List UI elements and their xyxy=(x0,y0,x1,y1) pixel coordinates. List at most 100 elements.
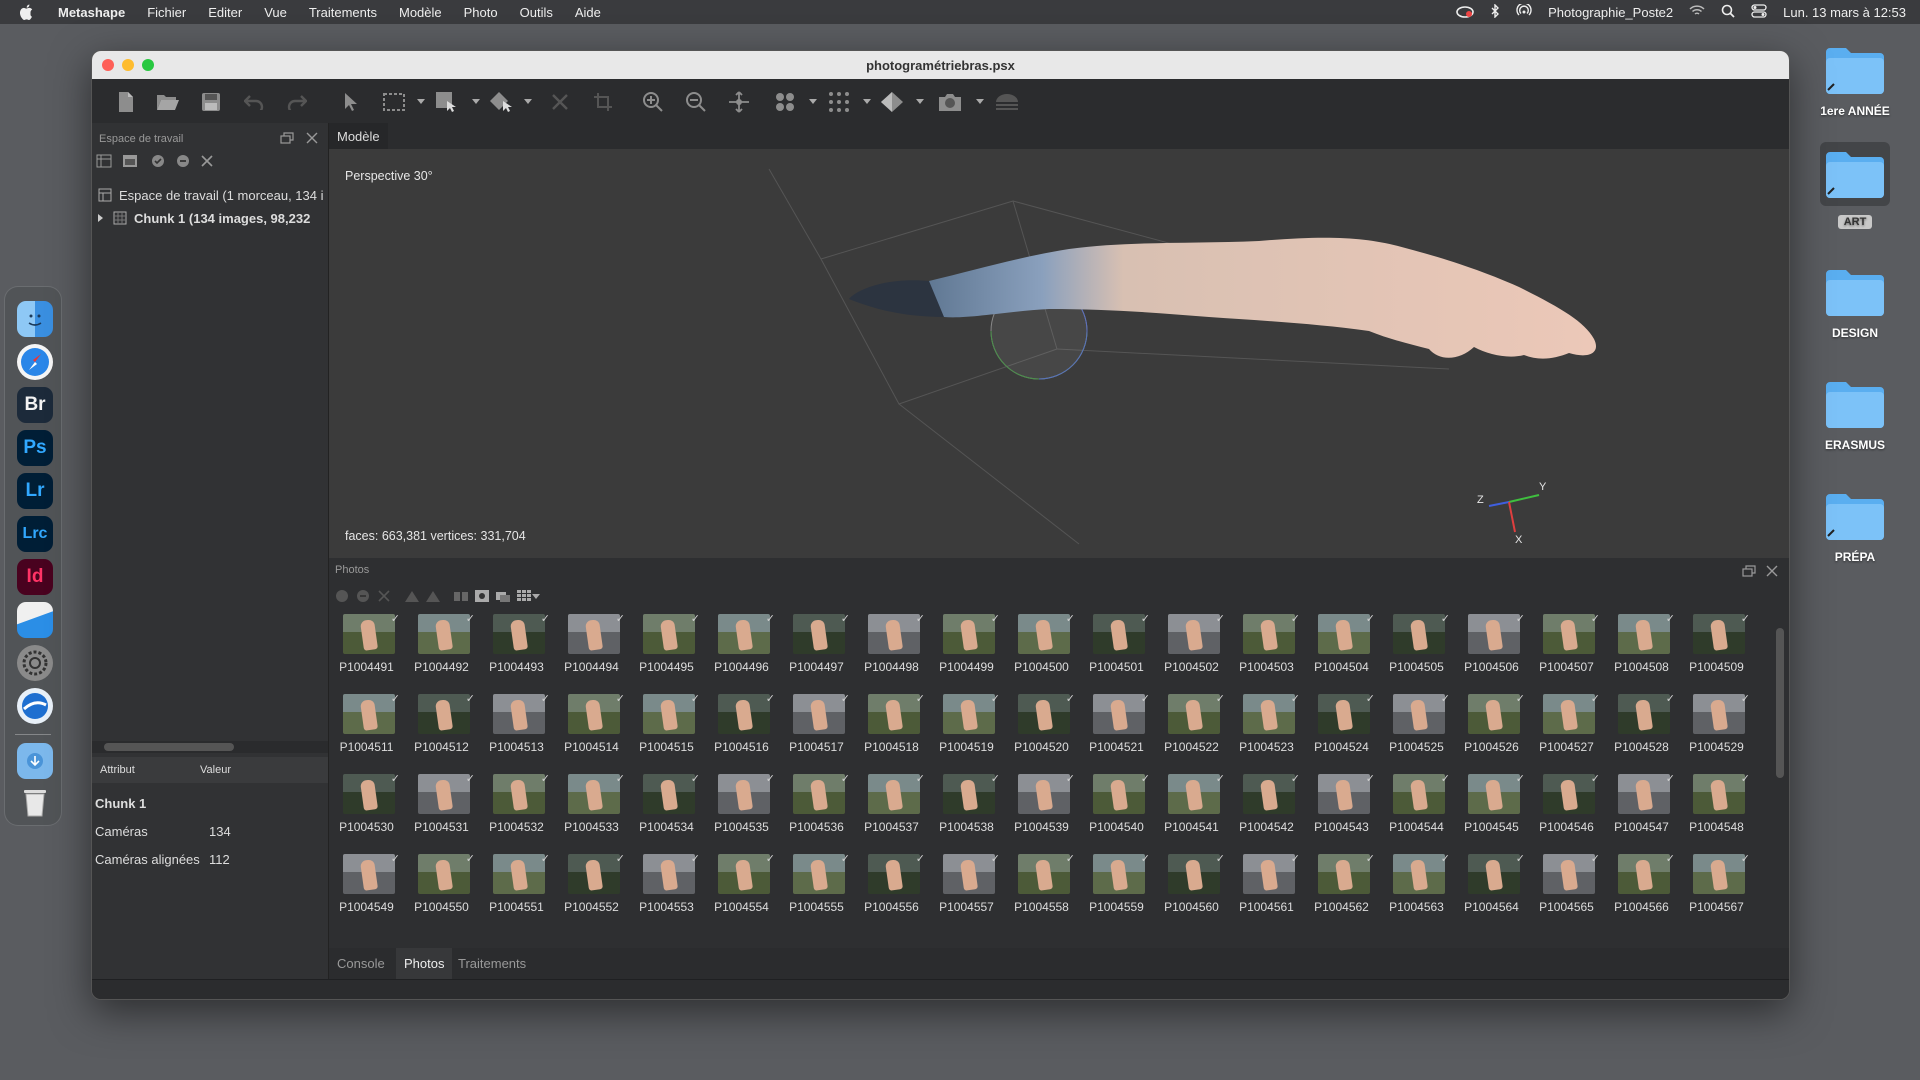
menu-aide[interactable]: Aide xyxy=(575,5,601,20)
rotate-object-icon[interactable] xyxy=(488,89,514,115)
redo-icon[interactable] xyxy=(284,89,310,115)
photo-thumbnail[interactable]: ✓ P1004530 xyxy=(329,773,404,846)
tab-photos[interactable]: Photos xyxy=(396,948,453,979)
photo-thumbnail[interactable]: ✓ P1004500 xyxy=(1004,613,1079,686)
camera-icon[interactable] xyxy=(937,89,963,115)
photo-thumbnail[interactable]: ✓ P1004543 xyxy=(1304,773,1379,846)
attribute-column-header[interactable]: Attribut xyxy=(100,764,135,776)
photo-thumbnail[interactable]: ✓ P1004544 xyxy=(1379,773,1454,846)
grid-view-icon[interactable] xyxy=(515,587,533,605)
photo-thumbnail[interactable]: ✓ P1004552 xyxy=(554,853,629,926)
scrollbar-thumb[interactable] xyxy=(104,743,234,751)
photo-thumbnail[interactable]: ✓ P1004532 xyxy=(479,773,554,846)
photo-thumbnail[interactable]: ✓ P1004496 xyxy=(704,613,779,686)
apple-icon[interactable] xyxy=(18,3,36,21)
photo-thumbnail[interactable]: ✓ P1004557 xyxy=(929,853,1004,926)
rotate-right-icon[interactable] xyxy=(424,587,442,605)
photo-thumbnail[interactable]: ✓ P1004514 xyxy=(554,693,629,766)
photo-thumbnail[interactable]: ✓ P1004537 xyxy=(854,773,929,846)
creative-cloud-icon[interactable] xyxy=(1456,4,1474,21)
tab-model[interactable]: Modèle xyxy=(329,123,388,149)
photo-thumbnail[interactable]: ✓ P1004565 xyxy=(1529,853,1604,926)
photo-thumbnail[interactable]: ✓ P1004502 xyxy=(1154,613,1229,686)
photo-thumbnail[interactable]: ✓ P1004504 xyxy=(1304,613,1379,686)
photo-thumbnail[interactable]: ✓ P1004559 xyxy=(1079,853,1154,926)
photo-thumbnail[interactable]: ✓ P1004492 xyxy=(404,613,479,686)
metashape-icon[interactable] xyxy=(17,602,53,638)
photo-thumbnail[interactable]: ✓ P1004517 xyxy=(779,693,854,766)
vertical-scrollbar[interactable] xyxy=(1775,616,1785,946)
bridge-icon[interactable]: Br xyxy=(17,387,53,423)
delete-selection-icon[interactable] xyxy=(547,89,573,115)
rotate-left-icon[interactable] xyxy=(403,587,421,605)
chevron-down-icon[interactable] xyxy=(809,99,817,104)
photo-thumbnail[interactable]: ✓ P1004541 xyxy=(1154,773,1229,846)
float-panel-icon[interactable] xyxy=(1740,562,1758,580)
photo-thumbnail[interactable]: ✓ P1004563 xyxy=(1379,853,1454,926)
desktop-folder-prepa[interactable]: PRÉPA xyxy=(1810,490,1900,564)
open-folder-icon[interactable] xyxy=(155,89,181,115)
photo-thumbnail[interactable]: ✓ P1004528 xyxy=(1604,693,1679,766)
chevron-down-icon[interactable] xyxy=(976,99,984,104)
photo-thumbnail[interactable]: ✓ P1004519 xyxy=(929,693,1004,766)
photo-thumbnail[interactable]: ✓ P1004509 xyxy=(1679,613,1754,686)
photo-thumbnail[interactable]: ✓ P1004505 xyxy=(1379,613,1454,686)
rectangle-selection-icon[interactable] xyxy=(381,89,407,115)
photo-thumbnail[interactable]: ✓ P1004536 xyxy=(779,773,854,846)
value-column-header[interactable]: Valeur xyxy=(200,764,231,776)
undo-icon[interactable] xyxy=(241,89,267,115)
downloads-folder-icon[interactable] xyxy=(17,743,53,779)
safari-icon[interactable] xyxy=(17,344,53,380)
chevron-down-icon[interactable] xyxy=(863,99,871,104)
lightroom-icon[interactable]: Lr xyxy=(17,473,53,509)
photo-thumbnail[interactable]: ✓ P1004555 xyxy=(779,853,854,926)
desktop-folder-art[interactable]: ART xyxy=(1810,142,1900,229)
photo-thumbnail[interactable]: ✓ P1004548 xyxy=(1679,773,1754,846)
trash-icon[interactable] xyxy=(17,784,53,820)
zoom-window-button[interactable] xyxy=(142,59,154,71)
chevron-down-icon[interactable] xyxy=(532,594,540,599)
photo-thumbnail[interactable]: ✓ P1004538 xyxy=(929,773,1004,846)
photo-thumbnail[interactable]: ✓ P1004535 xyxy=(704,773,779,846)
menu-modele[interactable]: Modèle xyxy=(399,5,442,20)
photo-thumbnail[interactable]: ✓ P1004520 xyxy=(1004,693,1079,766)
photo-thumbnail[interactable]: ✓ P1004498 xyxy=(854,613,929,686)
zoom-out-icon[interactable] xyxy=(683,89,709,115)
photo-thumbnail[interactable]: ✓ P1004493 xyxy=(479,613,554,686)
photo-thumbnail[interactable]: ✓ P1004546 xyxy=(1529,773,1604,846)
indesign-icon[interactable]: Id xyxy=(17,559,53,595)
photo-thumbnail[interactable]: ✓ P1004503 xyxy=(1229,613,1304,686)
add-chunk-icon[interactable] xyxy=(95,152,113,170)
show-cameras-icon[interactable] xyxy=(494,587,512,605)
photoshop-icon[interactable]: Ps xyxy=(17,430,53,466)
photo-thumbnail[interactable]: ✓ P1004534 xyxy=(629,773,704,846)
photo-thumbnail[interactable]: ✓ P1004507 xyxy=(1529,613,1604,686)
chevron-down-icon[interactable] xyxy=(524,99,532,104)
show-masks-icon[interactable] xyxy=(473,587,491,605)
menu-outils[interactable]: Outils xyxy=(520,5,553,20)
photo-thumbnail[interactable]: ✓ P1004561 xyxy=(1229,853,1304,926)
airdrop-icon[interactable] xyxy=(1516,1,1532,21)
float-panel-icon[interactable] xyxy=(278,129,296,147)
disable-cameras-icon[interactable] xyxy=(354,587,372,605)
photo-thumbnail[interactable]: ✓ P1004545 xyxy=(1454,773,1529,846)
point-cloud-icon[interactable] xyxy=(772,89,798,115)
remove-items-icon[interactable] xyxy=(198,152,216,170)
new-document-icon[interactable] xyxy=(113,89,139,115)
chevron-down-icon[interactable] xyxy=(417,99,425,104)
photo-thumbnail[interactable]: ✓ P1004566 xyxy=(1604,853,1679,926)
control-center-icon[interactable] xyxy=(1751,3,1767,21)
system-preferences-icon[interactable] xyxy=(17,645,53,681)
lightroom-classic-icon[interactable]: Lrc xyxy=(17,516,53,552)
photo-thumbnail[interactable]: ✓ P1004567 xyxy=(1679,853,1754,926)
menu-traitements[interactable]: Traitements xyxy=(309,5,377,20)
photo-thumbnail[interactable]: ✓ P1004523 xyxy=(1229,693,1304,766)
menu-fichier[interactable]: Fichier xyxy=(147,5,186,20)
bluetooth-icon[interactable] xyxy=(1490,2,1500,21)
photo-thumbnail[interactable]: ✓ P1004539 xyxy=(1004,773,1079,846)
photo-thumbnail[interactable]: ✓ P1004549 xyxy=(329,853,404,926)
model-viewport[interactable]: Perspective 30° faces: 663,381 vertices:… xyxy=(329,149,1789,558)
menu-clock[interactable]: Lun. 13 mars à 12:53 xyxy=(1783,5,1906,20)
show-images-icon[interactable] xyxy=(994,89,1020,115)
disable-icon[interactable] xyxy=(174,152,192,170)
